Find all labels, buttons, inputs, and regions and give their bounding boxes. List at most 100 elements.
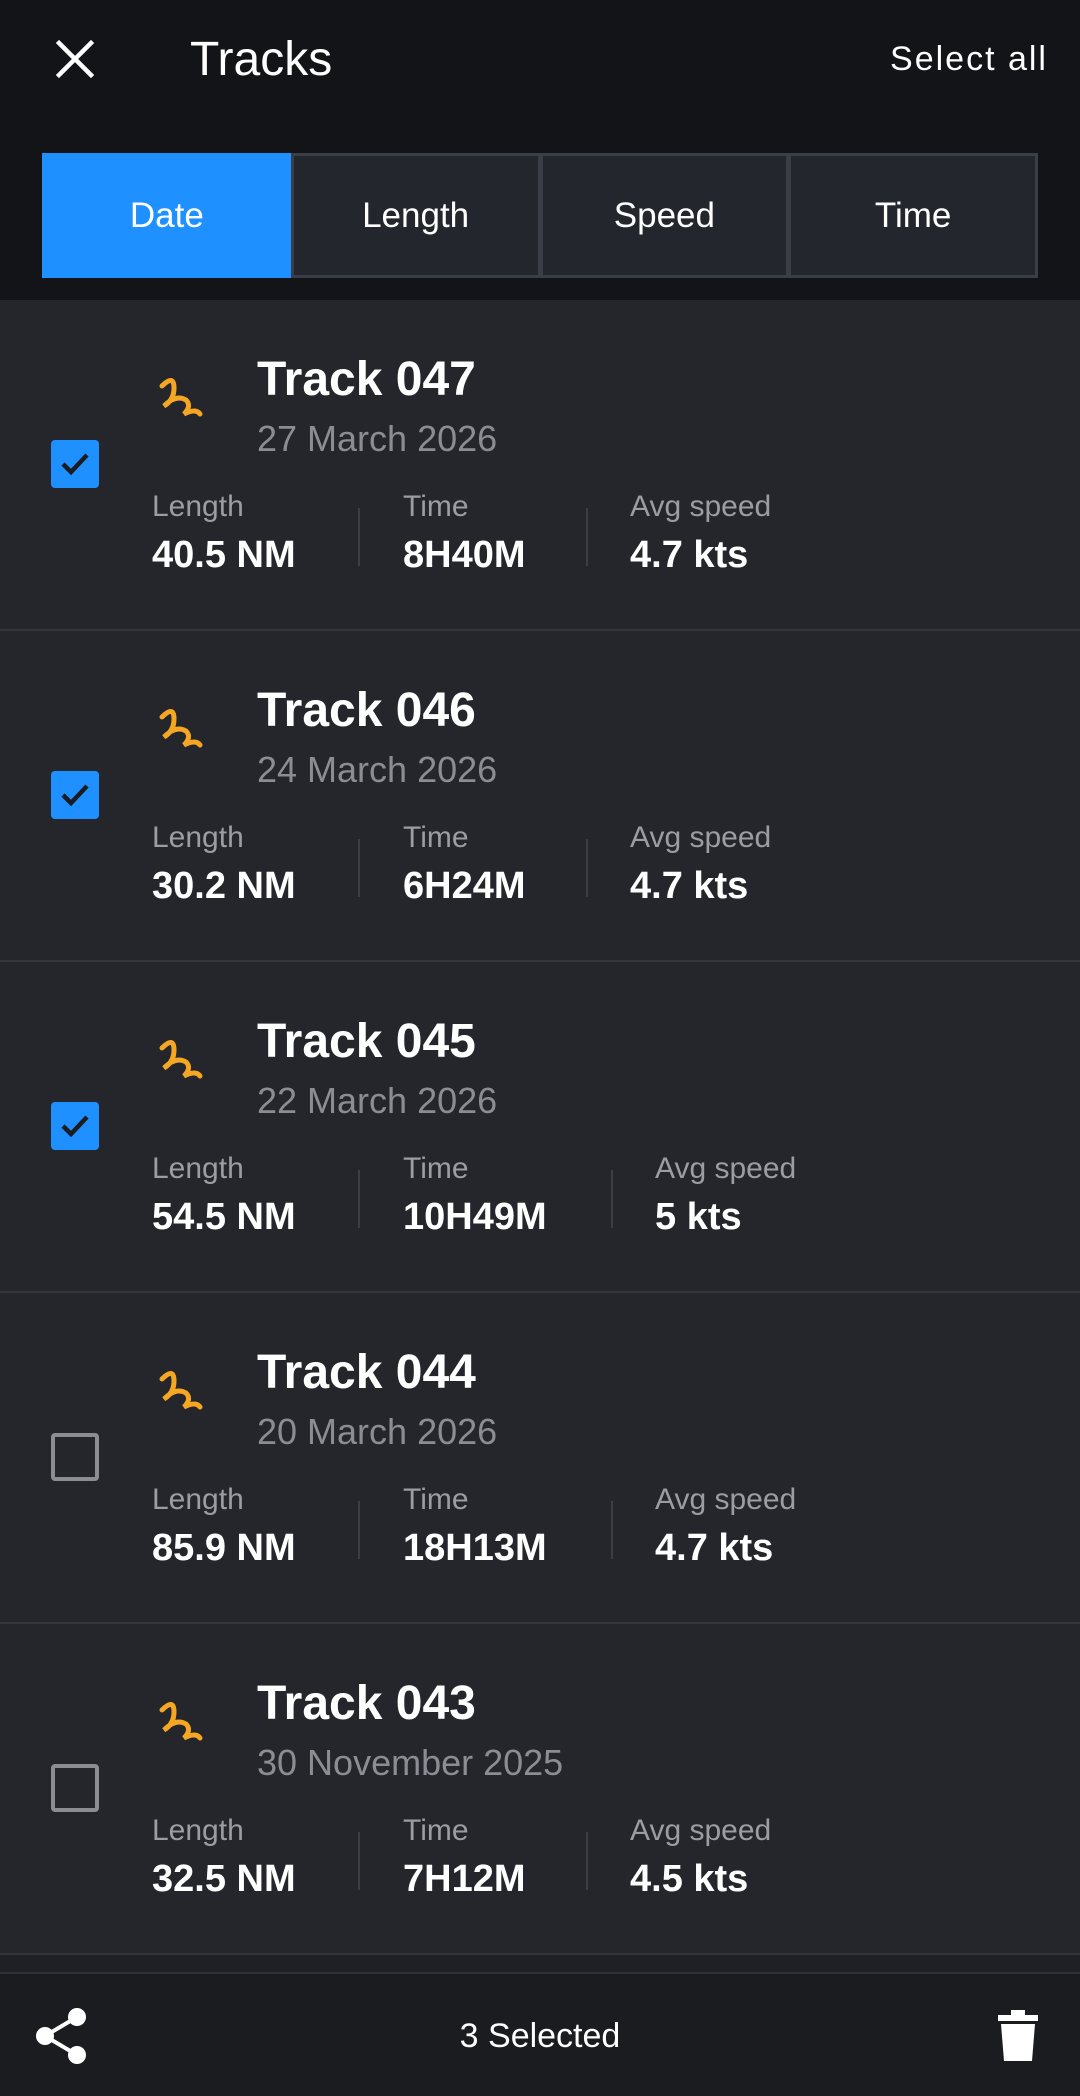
- stat-label: Time: [403, 1152, 469, 1185]
- divider: [586, 1832, 588, 1890]
- app-header: Tracks Select all Date Length Speed Time: [0, 0, 1080, 300]
- stat-value: 4.7 kts: [655, 1527, 774, 1569]
- divider: [586, 839, 588, 897]
- stat-label: Length: [152, 1814, 244, 1847]
- stat-length: Length 40.5 NM: [152, 490, 296, 577]
- stat-label: Time: [403, 1814, 469, 1847]
- track-date: 22 March 2026: [257, 1080, 498, 1121]
- stat-label: Avg speed: [630, 490, 772, 523]
- stat-label: Length: [152, 821, 244, 854]
- stat-avg-speed: Avg speed 4.5 kts: [630, 1814, 771, 1901]
- stat-label: Length: [152, 1152, 244, 1185]
- track-date: 20 March 2026: [257, 1411, 498, 1452]
- divider: [358, 1501, 360, 1559]
- checkmark-icon: [61, 1115, 89, 1138]
- track-icon: [159, 1702, 203, 1741]
- divider: [586, 508, 588, 566]
- selected-count: 3 Selected: [459, 2016, 621, 2055]
- track-icon: [159, 1040, 203, 1079]
- track-icon: [159, 378, 203, 417]
- divider: [611, 1501, 613, 1559]
- stat-label: Time: [403, 1483, 469, 1516]
- track-icon: [159, 709, 203, 748]
- track-date: 24 March 2026: [257, 749, 498, 790]
- stat-value: 10H49M: [403, 1196, 547, 1238]
- delete-button[interactable]: [986, 2004, 1050, 2068]
- stat-value: 30.2 NM: [152, 865, 296, 907]
- stat-value: 4.7 kts: [630, 865, 749, 907]
- stat-label: Avg speed: [630, 821, 772, 854]
- share-button[interactable]: [30, 2004, 94, 2068]
- select-all-button[interactable]: Select all: [890, 26, 1048, 92]
- stat-time: Time 10H49M: [403, 1152, 547, 1239]
- track-row[interactable]: Track 044 20 March 2026 Length 85.9 NM T…: [0, 1293, 1080, 1624]
- stat-value: 4.5 kts: [630, 1858, 749, 1900]
- stat-label: Time: [403, 490, 469, 523]
- track-checkbox[interactable]: [51, 1764, 99, 1812]
- track-name: Track 043: [257, 1677, 476, 1730]
- stat-time: Time 8H40M: [403, 490, 526, 577]
- close-icon: [55, 39, 95, 79]
- track-list: Track 047 27 March 2026 Length 40.5 NM T…: [0, 300, 1080, 1955]
- stat-avg-speed: Avg speed 4.7 kts: [630, 490, 771, 577]
- divider: [358, 1832, 360, 1890]
- divider: [358, 508, 360, 566]
- track-row[interactable]: Track 046 24 March 2026 Length 30.2 NM T…: [0, 631, 1080, 962]
- track-icon: [159, 1371, 203, 1410]
- stat-value: 18H13M: [403, 1527, 547, 1569]
- close-button[interactable]: [42, 26, 108, 92]
- track-row[interactable]: Track 043 30 November 2025 Length 32.5 N…: [0, 1624, 1080, 1955]
- trash-icon: [998, 2010, 1038, 2061]
- stat-value: 85.9 NM: [152, 1527, 296, 1569]
- stat-label: Time: [403, 821, 469, 854]
- tab-speed[interactable]: Speed: [539, 153, 790, 278]
- stat-value: 8H40M: [403, 534, 526, 576]
- stat-avg-speed: Avg speed 5 kts: [655, 1152, 796, 1239]
- tab-date[interactable]: Date: [42, 153, 292, 278]
- stat-value: 6H24M: [403, 865, 526, 907]
- stat-value: 32.5 NM: [152, 1858, 296, 1900]
- stat-avg-speed: Avg speed 4.7 kts: [655, 1483, 796, 1570]
- stat-time: Time 7H12M: [403, 1814, 526, 1901]
- checkmark-icon: [61, 784, 89, 807]
- tracks-screen: Tracks Select all Date Length Speed Time…: [0, 0, 1080, 2096]
- track-name: Track 044: [257, 1346, 476, 1399]
- track-row[interactable]: Track 047 27 March 2026 Length 40.5 NM T…: [0, 300, 1080, 631]
- share-icon: [36, 2008, 86, 2064]
- stat-length: Length 32.5 NM: [152, 1814, 296, 1901]
- sort-tabs: Date Length Speed Time: [42, 153, 1038, 278]
- track-checkbox[interactable]: [51, 1433, 99, 1481]
- track-checkbox[interactable]: [51, 440, 99, 488]
- track-name: Track 047: [257, 353, 476, 406]
- track-name: Track 046: [257, 684, 476, 737]
- tab-length[interactable]: Length: [290, 153, 541, 278]
- stat-label: Length: [152, 1483, 244, 1516]
- stat-length: Length 54.5 NM: [152, 1152, 296, 1239]
- track-row[interactable]: Track 045 22 March 2026 Length 54.5 NM T…: [0, 962, 1080, 1293]
- stat-value: 54.5 NM: [152, 1196, 296, 1238]
- divider: [611, 1170, 613, 1228]
- page-title: Tracks: [190, 32, 333, 86]
- stat-value: 40.5 NM: [152, 534, 296, 576]
- track-date: 27 March 2026: [257, 418, 498, 459]
- track-checkbox[interactable]: [51, 771, 99, 819]
- divider: [358, 839, 360, 897]
- track-name: Track 045: [257, 1015, 476, 1068]
- stat-avg-speed: Avg speed 4.7 kts: [630, 821, 771, 908]
- bottom-action-bar: 3 Selected: [0, 1972, 1080, 2096]
- stat-length: Length 85.9 NM: [152, 1483, 296, 1570]
- tab-time[interactable]: Time: [788, 153, 1038, 278]
- stat-label: Avg speed: [655, 1483, 797, 1516]
- stat-time: Time 6H24M: [403, 821, 526, 908]
- track-date: 30 November 2025: [257, 1742, 564, 1783]
- divider: [358, 1170, 360, 1228]
- stat-label: Length: [152, 490, 244, 523]
- stat-label: Avg speed: [655, 1152, 797, 1185]
- track-checkbox[interactable]: [51, 1102, 99, 1150]
- stat-length: Length 30.2 NM: [152, 821, 296, 908]
- checkmark-icon: [61, 453, 89, 476]
- stat-value: 4.7 kts: [630, 534, 749, 576]
- stat-time: Time 18H13M: [403, 1483, 547, 1570]
- stat-label: Avg speed: [630, 1814, 772, 1847]
- stat-value: 5 kts: [655, 1196, 742, 1238]
